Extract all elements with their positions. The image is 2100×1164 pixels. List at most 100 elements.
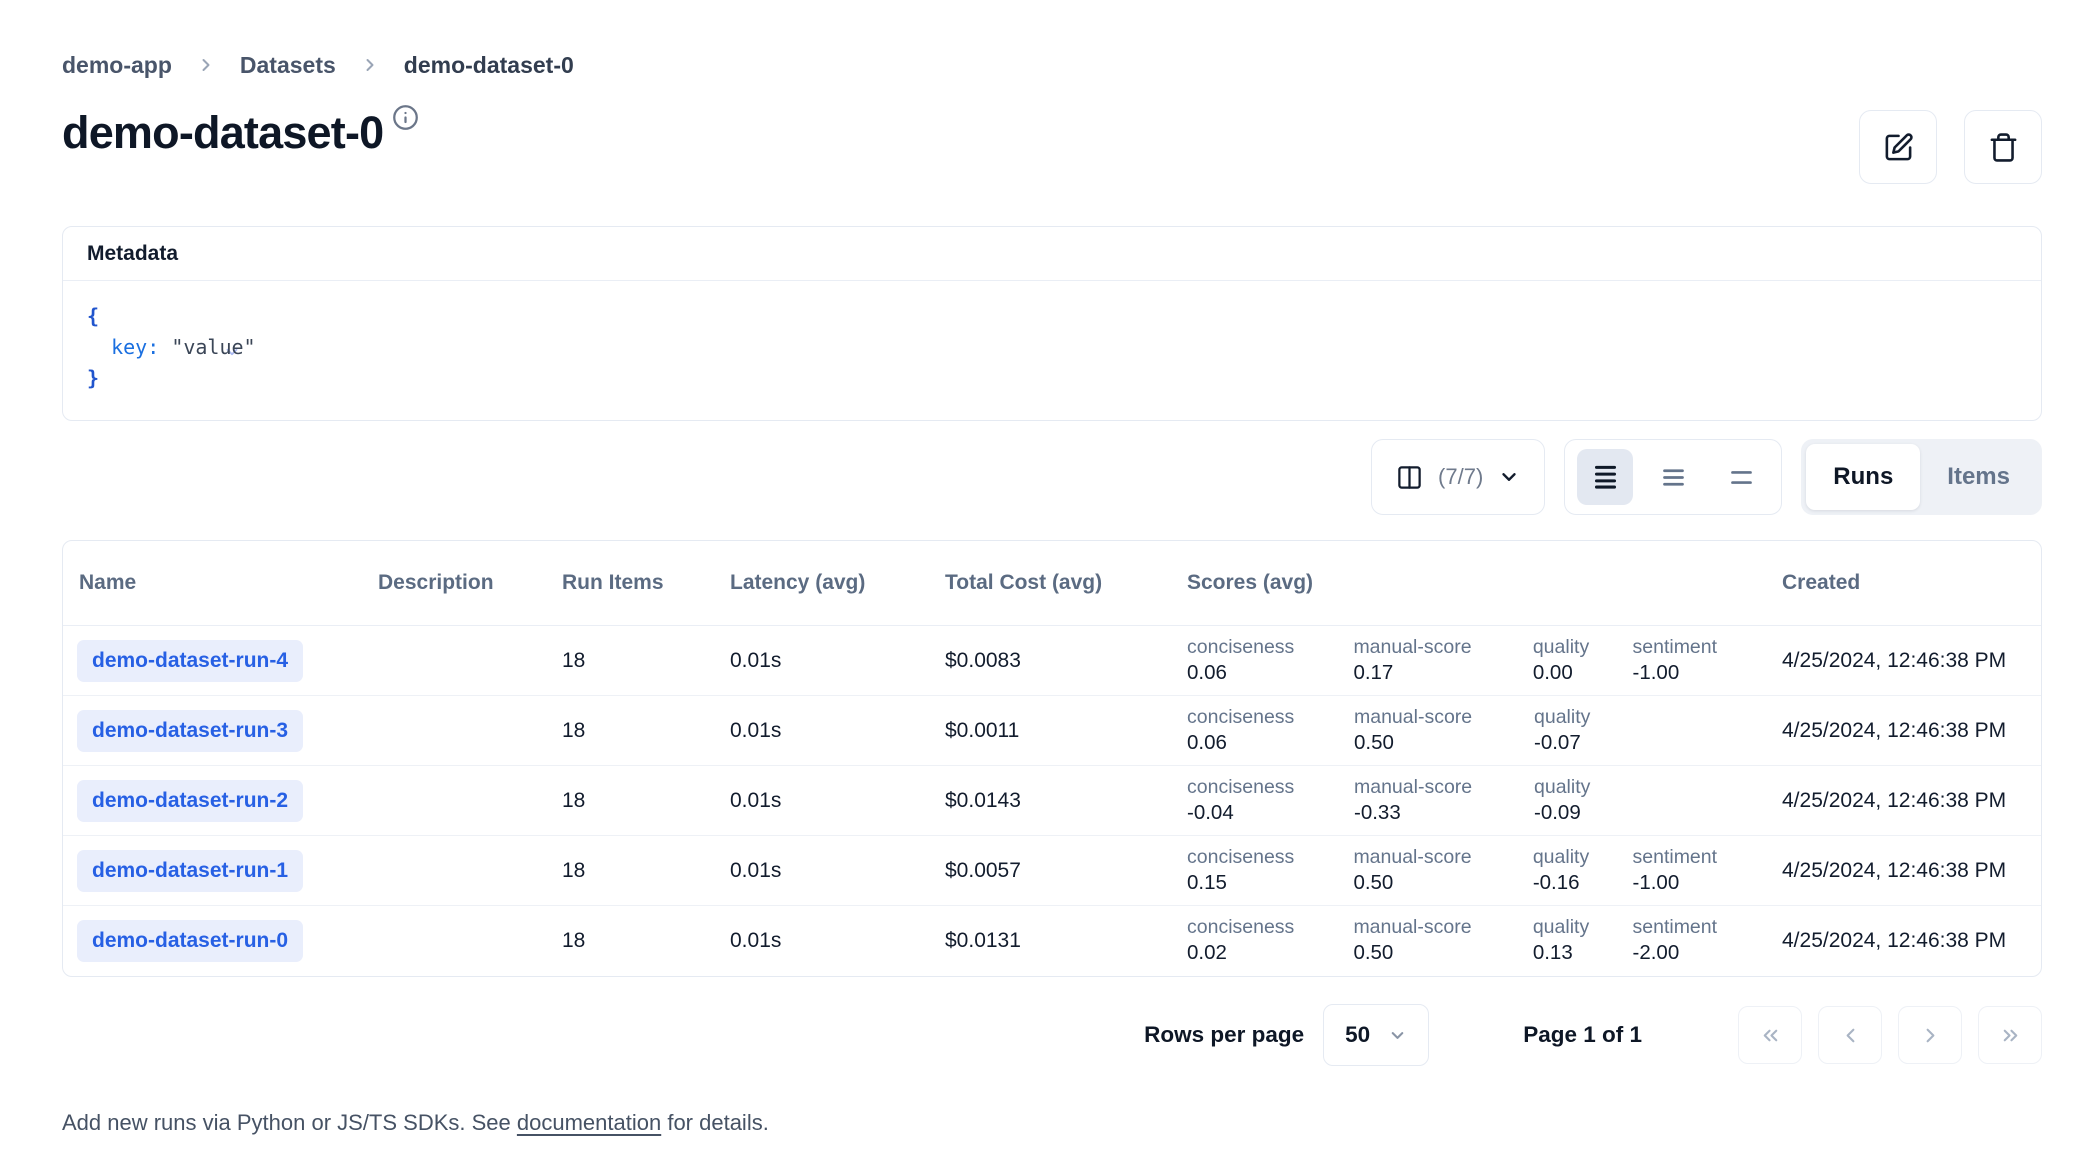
score-quality: quality0.13: [1533, 916, 1633, 965]
column-header-scores: Scores (avg): [1187, 541, 1782, 625]
score-value: -0.09: [1534, 801, 1626, 825]
created-cell: 4/25/2024, 12:46:38 PM: [1782, 626, 2041, 695]
metadata-panel-title: Metadata: [63, 227, 2041, 281]
score-label: conciseness: [1187, 636, 1345, 659]
pagination-bar: Rows per page 50 Page 1 of 1: [62, 1004, 2042, 1066]
score-label: sentiment: [1633, 846, 1775, 869]
next-page-button[interactable]: [1898, 1006, 1962, 1064]
title-actions: [1859, 110, 2042, 184]
score-value: 0.17: [1353, 661, 1524, 685]
breadcrumb-current[interactable]: demo-dataset-0: [404, 52, 574, 79]
score-sentiment: sentiment-1.00: [1633, 846, 1783, 895]
score-value: -0.07: [1534, 731, 1626, 755]
score-value: -0.33: [1354, 801, 1526, 825]
run-name-link[interactable]: demo-dataset-run-4: [77, 640, 303, 682]
created-cell: 4/25/2024, 12:46:38 PM: [1782, 766, 2041, 835]
score-value: 0.50: [1354, 731, 1526, 755]
run-items-cell: 18: [562, 766, 730, 835]
chevrons-left-icon: [1759, 1024, 1782, 1047]
run-name-link[interactable]: demo-dataset-run-1: [77, 850, 303, 892]
edit-dataset-button[interactable]: [1859, 110, 1937, 184]
json-close-brace: }: [87, 363, 99, 394]
score-manual-score: manual-score-0.33: [1354, 776, 1534, 825]
column-count-label: (7/7): [1438, 464, 1483, 490]
score-value: 0.06: [1187, 661, 1345, 685]
score-value: 0.02: [1187, 941, 1345, 965]
chevrons-right-icon: [1999, 1024, 2022, 1047]
chevron-right-icon: [360, 55, 380, 75]
run-name-link[interactable]: demo-dataset-run-3: [77, 710, 303, 752]
documentation-link[interactable]: documentation: [517, 1110, 661, 1135]
scores-cell: conciseness0.06manual-score0.17quality0.…: [1187, 626, 1782, 695]
score-label: quality: [1533, 916, 1625, 939]
total-cost-cell: $0.0011: [945, 696, 1187, 765]
row-height-large-button[interactable]: [1713, 449, 1769, 505]
json-value: "value": [171, 332, 255, 363]
score-value: -1.00: [1633, 661, 1775, 685]
chevron-right-icon: [1919, 1024, 1942, 1047]
chevron-right-icon: [196, 55, 216, 75]
json-collapse-chevron-icon[interactable]: [103, 308, 121, 326]
score-conciseness: conciseness0.15: [1187, 846, 1353, 895]
chevron-down-icon: [1498, 466, 1520, 488]
latency-cell: 0.01s: [730, 766, 945, 835]
table-row: demo-dataset-run-3 18 0.01s $0.0011 conc…: [63, 696, 2041, 766]
rows-tall-icon: [1728, 464, 1755, 491]
score-value: 0.13: [1533, 941, 1625, 965]
metadata-json-viewer: { key : "value" }: [63, 281, 2041, 420]
run-items-cell: 18: [562, 626, 730, 695]
total-cost-cell: $0.0131: [945, 906, 1187, 976]
run-items-cell: 18: [562, 906, 730, 976]
sdk-hint: Add new runs via Python or JS/TS SDKs. S…: [62, 1110, 2042, 1136]
score-label: conciseness: [1187, 846, 1345, 869]
run-name-link[interactable]: demo-dataset-run-0: [77, 920, 303, 962]
delete-dataset-button[interactable]: [1964, 110, 2042, 184]
row-height-medium-button[interactable]: [1645, 449, 1701, 505]
total-cost-cell: $0.0143: [945, 766, 1187, 835]
column-header-total-cost: Total Cost (avg): [945, 541, 1187, 625]
total-cost-cell: $0.0057: [945, 836, 1187, 905]
first-page-button[interactable]: [1738, 1006, 1802, 1064]
score-conciseness: conciseness-0.04: [1187, 776, 1354, 825]
score-label: conciseness: [1187, 706, 1346, 729]
rows-per-page-select[interactable]: 50: [1323, 1004, 1429, 1066]
scores-cell: conciseness0.15manual-score0.50quality-0…: [1187, 836, 1782, 905]
info-icon[interactable]: [392, 104, 419, 131]
score-label: sentiment: [1633, 636, 1775, 659]
json-open-brace: {: [87, 301, 99, 332]
table-row: demo-dataset-run-0 18 0.01s $0.0131 conc…: [63, 906, 2041, 976]
score-conciseness: conciseness0.06: [1187, 636, 1353, 685]
tab-runs[interactable]: Runs: [1806, 444, 1920, 510]
runs-table: Name Description Run Items Latency (avg)…: [62, 540, 2042, 977]
breadcrumb-project[interactable]: demo-app: [62, 52, 172, 79]
dataset-page: demo-app Datasets demo-dataset-0 demo-da…: [0, 0, 2100, 1136]
scores-cell: conciseness-0.04manual-score-0.33quality…: [1187, 766, 1782, 835]
chevron-down-icon: [1388, 1026, 1407, 1045]
column-visibility-button[interactable]: (7/7): [1371, 439, 1545, 515]
description-cell: [378, 906, 562, 976]
latency-cell: 0.01s: [730, 836, 945, 905]
description-cell: [378, 766, 562, 835]
score-quality: quality-0.09: [1534, 776, 1634, 825]
created-cell: 4/25/2024, 12:46:38 PM: [1782, 836, 2041, 905]
latency-cell: 0.01s: [730, 626, 945, 695]
tab-items[interactable]: Items: [1920, 444, 2037, 510]
score-label: quality: [1534, 776, 1626, 799]
table-toolbar: (7/7) Runs Ite: [62, 438, 2042, 516]
score-value: 0.50: [1353, 941, 1524, 965]
previous-page-button[interactable]: [1818, 1006, 1882, 1064]
score-label: conciseness: [1187, 776, 1346, 799]
latency-cell: 0.01s: [730, 906, 945, 976]
page-title: demo-dataset-0: [62, 104, 383, 162]
run-name-link[interactable]: demo-dataset-run-2: [77, 780, 303, 822]
table-header-row: Name Description Run Items Latency (avg)…: [63, 541, 2041, 626]
metadata-panel: Metadata { key : "value" }: [62, 226, 2042, 421]
column-header-run-items: Run Items: [562, 541, 730, 625]
score-label: quality: [1533, 846, 1625, 869]
run-items-cell: 18: [562, 836, 730, 905]
row-height-small-button[interactable]: [1577, 449, 1633, 505]
table-body: demo-dataset-run-4 18 0.01s $0.0083 conc…: [63, 626, 2041, 976]
breadcrumb-datasets[interactable]: Datasets: [240, 52, 336, 79]
last-page-button[interactable]: [1978, 1006, 2042, 1064]
score-manual-score: manual-score0.17: [1353, 636, 1532, 685]
